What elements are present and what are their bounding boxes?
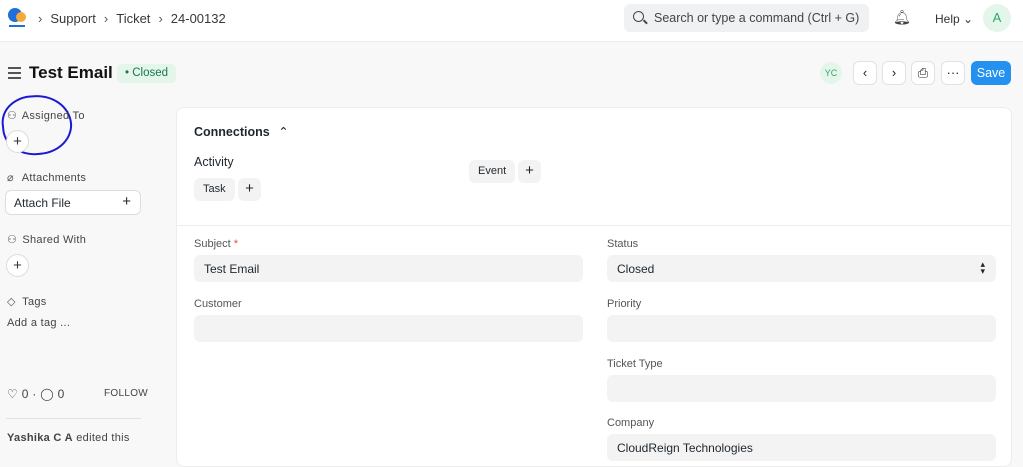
chevron-up-icon: ⌃ <box>278 125 289 139</box>
comments-count: 0 <box>57 387 65 401</box>
more-options-button[interactable]: ··· <box>941 61 965 85</box>
help-menu[interactable]: Help ⌄ <box>935 12 973 26</box>
user-avatar[interactable]: A <box>983 4 1011 32</box>
shared-with-label: ⚇ Shared With <box>7 233 86 246</box>
app-logo[interactable] <box>6 6 28 30</box>
users-icon: ⚇ <box>7 234 18 246</box>
attachments-label: ⌀ Attachments <box>7 171 86 184</box>
bell-icon[interactable]: 🔔︎ <box>893 9 911 26</box>
save-button[interactable]: Save <box>971 61 1011 85</box>
ticket-type-input[interactable] <box>607 375 996 402</box>
priority-input[interactable] <box>607 315 996 342</box>
company-input[interactable]: CloudReign Technologies <box>607 434 996 461</box>
select-arrows-icon: ▴ ▾ <box>980 259 985 276</box>
assigned-to-label: ⚇ Assigned To <box>7 109 85 122</box>
breadcrumb-support[interactable]: Support <box>50 11 96 26</box>
task-link[interactable]: Task <box>194 178 235 201</box>
activity-text: edited this <box>76 432 130 444</box>
tags-text: Tags <box>22 296 47 308</box>
tags-label: ◇ Tags <box>7 295 47 308</box>
search-placeholder: Search or type a command (Ctrl + G) <box>654 11 860 25</box>
breadcrumb: › Support › Ticket › 24-00132 <box>38 11 226 26</box>
assigned-to-text: Assigned To <box>21 110 85 122</box>
subject-input[interactable]: Test Email <box>194 255 583 282</box>
breadcrumb-ticket-id[interactable]: 24-00132 <box>171 11 226 26</box>
print-icon[interactable]: ⎙ <box>911 61 935 85</box>
user-icon: ⚇ <box>7 110 18 122</box>
viewer-avatar: YC <box>820 62 842 84</box>
customer-input[interactable] <box>194 315 583 342</box>
attach-file-label: Attach File <box>14 196 71 210</box>
status-value: Closed <box>617 262 655 276</box>
next-button[interactable]: › <box>882 61 906 85</box>
search-input[interactable]: Search or type a command (Ctrl + G) <box>624 4 869 32</box>
status-badge: • Closed <box>117 64 177 83</box>
add-share-button[interactable]: + <box>6 254 29 277</box>
add-assignee-button[interactable]: + <box>6 130 29 153</box>
subject-label: Subject * <box>194 238 239 250</box>
likes-comments: ♡ 0 · ◯ 0 <box>7 387 65 401</box>
activity-entry: Yashika C A edited this <box>7 432 130 444</box>
plus-icon: + <box>122 193 131 210</box>
paperclip-icon: ⌀ <box>7 172 14 184</box>
add-tag-link[interactable]: Add a tag ... <box>7 317 70 329</box>
event-link[interactable]: Event <box>469 160 516 183</box>
add-task-button[interactable]: + <box>238 178 261 201</box>
form-card: Connections ⌃ Activity Task + Event + Su… <box>176 107 1012 467</box>
breadcrumb-ticket[interactable]: Ticket <box>116 11 150 26</box>
status-label: Status <box>607 238 639 250</box>
activity-label: Activity <box>194 155 234 169</box>
attachments-text: Attachments <box>21 172 87 184</box>
search-icon <box>633 11 644 22</box>
likes-count: 0 <box>21 387 29 401</box>
status-select[interactable]: Closed ▴ ▾ <box>607 255 996 282</box>
activity-user[interactable]: Yashika C A <box>7 432 73 444</box>
help-label: Help <box>935 12 960 26</box>
sidebar-toggle-icon[interactable] <box>8 67 21 82</box>
page-title: Test Email <box>29 63 113 82</box>
attach-file-button[interactable]: Attach File + <box>5 190 141 215</box>
shared-with-text: Shared With <box>22 234 87 246</box>
status-badge-label: Closed <box>132 67 169 79</box>
navbar: › Support › Ticket › 24-00132 Search or typ… <box>0 0 1023 42</box>
previous-button[interactable]: ‹ <box>853 61 877 85</box>
customer-label: Customer <box>194 298 242 310</box>
comment-icon: ◯ <box>40 387 54 401</box>
divider <box>6 418 141 419</box>
follow-button[interactable]: FOLLOW <box>104 388 148 399</box>
add-event-button[interactable]: + <box>518 160 541 183</box>
connections-header[interactable]: Connections ⌃ <box>194 124 289 139</box>
section-divider <box>177 225 1011 226</box>
tag-icon: ◇ <box>7 296 16 308</box>
connections-title: Connections <box>194 125 270 139</box>
priority-label: Priority <box>607 298 642 310</box>
ticket-type-label: Ticket Type <box>607 358 663 370</box>
company-label: Company <box>607 417 655 429</box>
heart-icon[interactable]: ♡ <box>7 387 18 401</box>
subject-label-text: Subject <box>194 238 231 250</box>
